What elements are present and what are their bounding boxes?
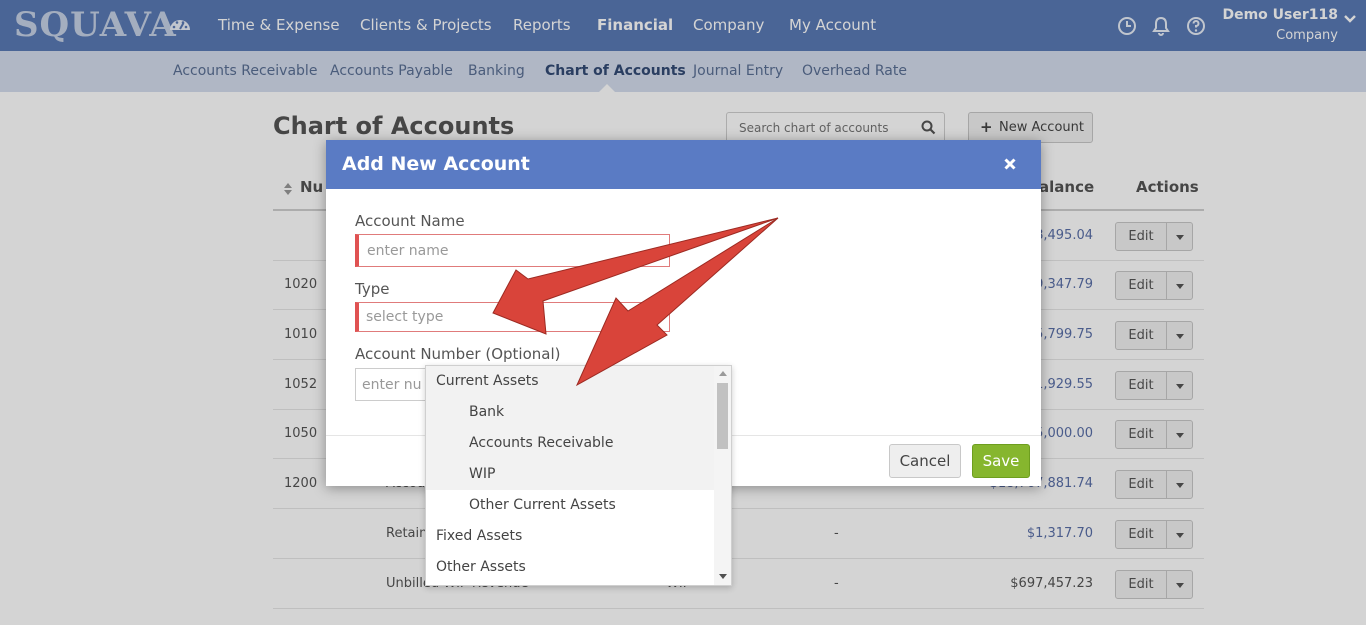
modal-title: Add New Account <box>342 153 530 175</box>
account-name-label: Account Name <box>355 212 465 230</box>
save-button[interactable]: Save <box>972 444 1030 478</box>
close-icon[interactable] <box>1004 158 1016 170</box>
type-label: Type <box>355 280 390 298</box>
modal-header: Add New Account <box>326 140 1041 189</box>
cancel-button[interactable]: Cancel <box>889 444 961 478</box>
dropdown-option-accounts-receivable[interactable]: Accounts Receivable <box>426 428 714 459</box>
account-type-dropdown: Current Assets Bank Accounts Receivable … <box>425 365 732 586</box>
dropdown-option-other-assets[interactable]: Other Assets <box>426 552 714 583</box>
dropdown-option-current-assets[interactable]: Current Assets <box>426 366 714 397</box>
account-number-label: Account Number (Optional) <box>355 345 561 363</box>
dropdown-option-fixed-assets[interactable]: Fixed Assets <box>426 521 714 552</box>
dropdown-option-bank[interactable]: Bank <box>426 397 714 428</box>
scroll-down-arrow-icon[interactable] <box>719 574 727 579</box>
dropdown-scrollbar[interactable] <box>714 366 731 585</box>
dropdown-option-wip[interactable]: WIP <box>426 459 714 490</box>
dropdown-option-other-current-assets[interactable]: Other Current Assets <box>426 490 714 521</box>
account-type-select[interactable]: select type <box>355 302 670 332</box>
scrollbar-thumb[interactable] <box>717 383 728 449</box>
account-name-input[interactable] <box>355 234 670 267</box>
scroll-up-arrow-icon[interactable] <box>719 371 727 376</box>
